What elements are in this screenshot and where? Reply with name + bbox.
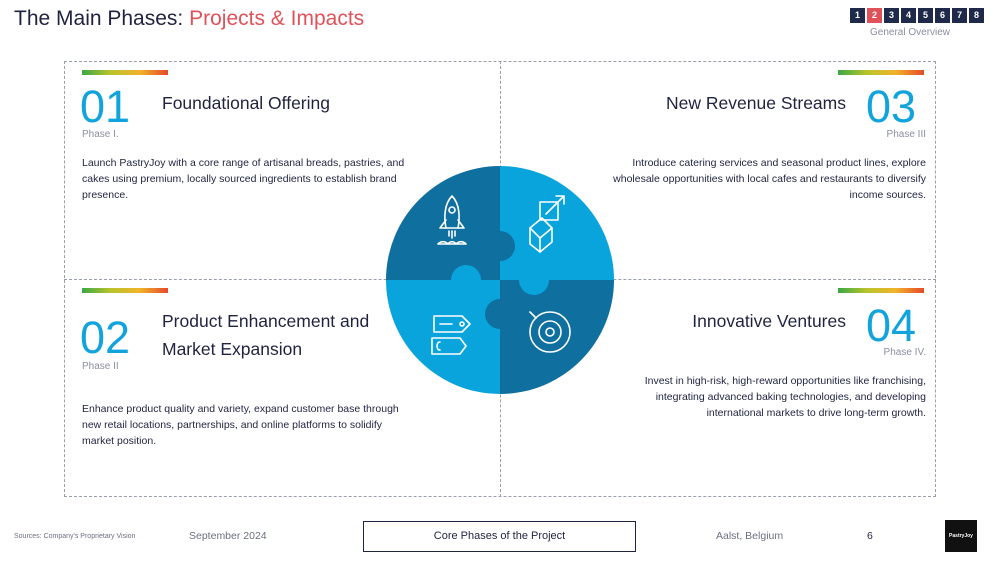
phase-label: Phase I. xyxy=(82,129,119,140)
phase-label: Phase II xyxy=(82,361,119,372)
puzzle-knob xyxy=(519,265,549,295)
gradient-bar xyxy=(838,70,924,75)
footer-location: Aalst, Belgium xyxy=(716,530,784,542)
puzzle-knob xyxy=(451,265,481,295)
page-title: The Main Phases: Projects & Impacts xyxy=(14,7,364,31)
phase-description: Introduce catering services and seasonal… xyxy=(613,157,926,201)
phase-number: 02 xyxy=(80,312,131,363)
phase-description: Invest in high-risk, high-reward opportu… xyxy=(644,375,926,419)
puzzle-knob xyxy=(485,299,515,329)
phase-number: 03 xyxy=(866,81,917,132)
puzzle-piece-bottom-left xyxy=(386,280,500,394)
footer-date: September 2024 xyxy=(189,530,267,542)
page-link-3[interactable]: 3 xyxy=(884,8,899,23)
gradient-bar xyxy=(82,70,168,75)
page-link-1[interactable]: 1 xyxy=(850,8,865,23)
gradient-bar xyxy=(838,288,924,293)
page-link-6[interactable]: 6 xyxy=(935,8,950,23)
puzzle-piece-bottom-right xyxy=(500,280,614,394)
phase-heading: Innovative Ventures xyxy=(692,311,846,331)
phase-label: Phase III xyxy=(886,129,926,140)
phase-heading: New Revenue Streams xyxy=(666,93,846,113)
section-label: General Overview xyxy=(870,27,951,38)
phase-description: Enhance product quality and variety, exp… xyxy=(82,403,399,447)
page-link-8[interactable]: 8 xyxy=(969,8,984,23)
phase-heading: Foundational Offering xyxy=(162,93,330,113)
sources-note: Sources: Company's Proprietary Vision xyxy=(14,533,136,540)
page-link-2[interactable]: 2 xyxy=(867,8,882,23)
phase-description: Launch PastryJoy with a core range of ar… xyxy=(82,157,405,201)
page-link-7[interactable]: 7 xyxy=(952,8,967,23)
page-link-5[interactable]: 5 xyxy=(918,8,933,23)
page-navigator: 1 2 3 4 5 6 7 8 xyxy=(850,8,984,23)
puzzle-piece-top-right xyxy=(500,166,614,280)
page-link-4[interactable]: 4 xyxy=(901,8,916,23)
footer-section-title: Core Phases of the Project xyxy=(363,521,636,552)
gradient-bar xyxy=(82,288,168,293)
phase-number: 01 xyxy=(80,81,131,132)
phase-number: 04 xyxy=(866,300,917,351)
puzzle-circle xyxy=(386,166,614,394)
page-number: 6 xyxy=(867,530,873,542)
company-logo: PastryJoy xyxy=(945,520,977,552)
page-title-accent: Projects & Impacts xyxy=(189,7,365,30)
puzzle-knob xyxy=(485,231,515,261)
page-title-main: The Main Phases: xyxy=(14,7,190,30)
phase-heading: Product Enhancement and Market Expansion xyxy=(162,311,370,359)
phase-label: Phase IV. xyxy=(883,347,926,358)
